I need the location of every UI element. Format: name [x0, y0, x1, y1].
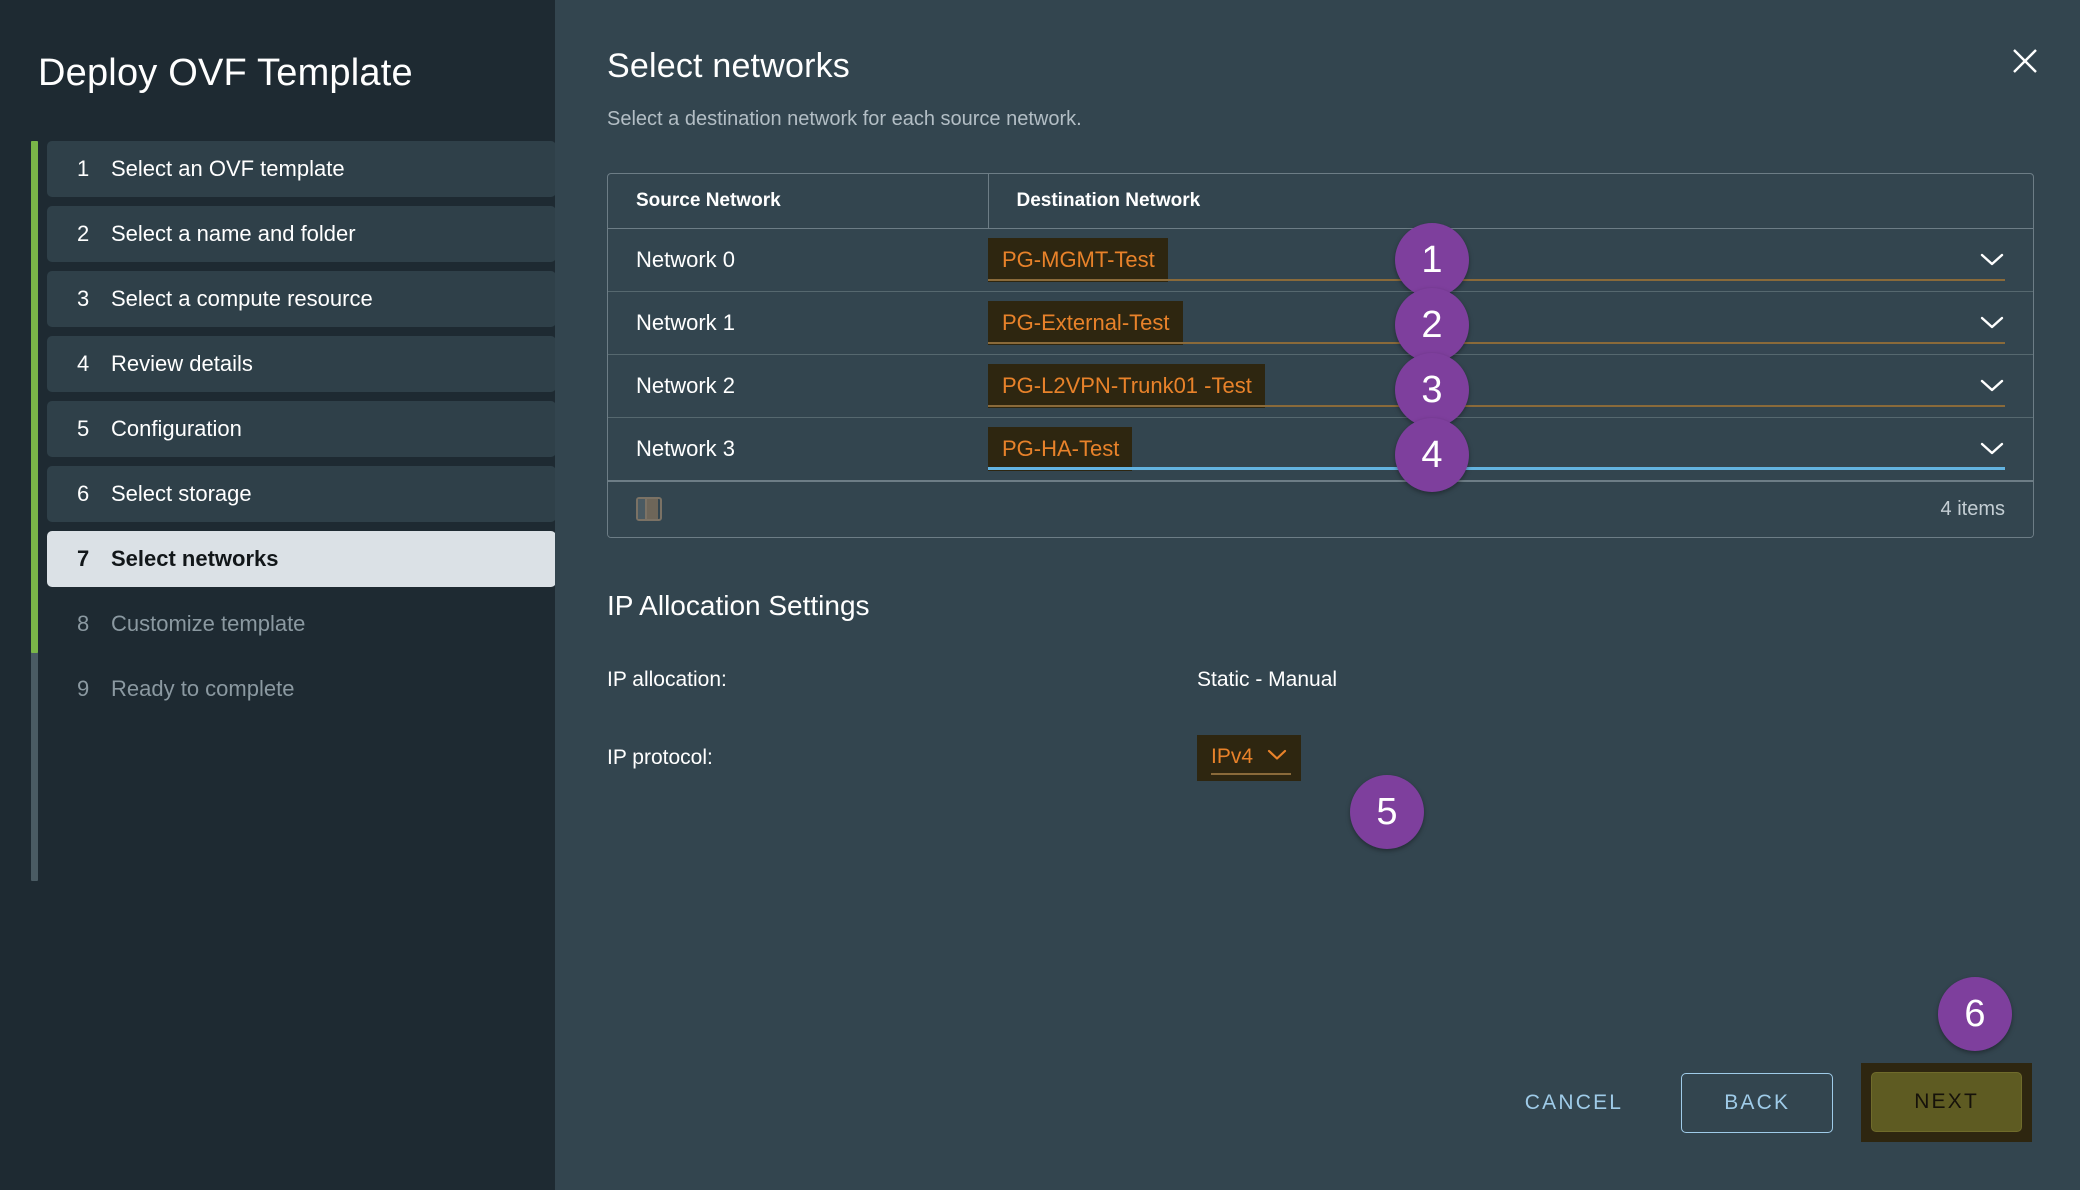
chevron-down-icon[interactable] — [1979, 373, 2005, 399]
step-label: Select networks — [111, 546, 279, 571]
wizard-footer-actions: CANCEL BACK NEXT — [1495, 1063, 2032, 1142]
ip-protocol-row: IP protocol: IPv4 — [607, 734, 2034, 781]
step-number: 1 — [77, 156, 90, 181]
sidebar-step-configuration[interactable]: 5 Configuration — [47, 401, 556, 457]
destination-network-value: PG-External-Test — [988, 300, 1183, 345]
annotation-badge-1: 1 — [1395, 223, 1469, 297]
destination-network-select[interactable]: PG-MGMT-Test — [988, 229, 2005, 291]
destination-network-select[interactable]: PG-L2VPN-Trunk01 -Test — [988, 355, 2005, 417]
ip-protocol-label: IP protocol: — [607, 745, 713, 769]
source-network-cell: Network 3 — [608, 417, 988, 481]
step-label: Select an OVF template — [111, 156, 345, 181]
table-footer: 4 items — [608, 480, 2033, 537]
step-number: 7 — [77, 546, 90, 571]
ip-protocol-underline — [1211, 772, 1292, 775]
step-label: Customize template — [111, 611, 306, 636]
annotation-badge-2: 2 — [1395, 288, 1469, 362]
main-panel: Select networks Select a destination net… — [555, 0, 2080, 1190]
sidebar-step-customize-template: 8 Customize template — [47, 596, 556, 652]
step-number: 6 — [77, 481, 90, 506]
step-number: 2 — [77, 221, 90, 246]
source-network-cell: Network 2 — [608, 354, 988, 418]
destination-network-cell: PG-L2VPN-Trunk01 -Test — [988, 354, 2033, 418]
ip-protocol-value: IPv4 — [1211, 744, 1254, 768]
select-underline — [988, 278, 2005, 281]
destination-network-select[interactable]: PG-HA-Test — [988, 418, 2005, 480]
step-label: Select storage — [111, 481, 252, 506]
items-count: 4 items — [1940, 497, 2005, 520]
step-number: 4 — [77, 351, 90, 376]
select-underline — [988, 466, 2005, 470]
cancel-button[interactable]: CANCEL — [1495, 1073, 1653, 1133]
column-header-source-network: Source Network — [608, 174, 989, 229]
table-row: Network 0 PG-MGMT-Test — [608, 228, 2033, 292]
select-underline — [988, 341, 2005, 344]
select-underline — [988, 404, 2005, 407]
ip-allocation-label: IP allocation: — [607, 667, 727, 691]
table-row: Network 1 PG-External-Test — [608, 291, 2033, 355]
next-button[interactable]: NEXT — [1871, 1072, 2022, 1132]
destination-network-select[interactable]: PG-External-Test — [988, 292, 2005, 354]
wizard-step-list: 1 Select an OVF template 2 Select a name an… — [31, 141, 556, 717]
sidebar-step-select-storage[interactable]: 6 Select storage — [47, 466, 556, 522]
wizard-title: Deploy OVF Template — [38, 52, 413, 94]
ip-settings-title: IP Allocation Settings — [607, 589, 870, 621]
deploy-ovf-template-wizard: Deploy OVF Template 1 Select an OVF templ… — [0, 0, 2080, 1190]
table-row: Network 2 PG-L2VPN-Trunk01 -Test — [608, 354, 2033, 418]
destination-network-value: PG-HA-Test — [988, 426, 1133, 471]
table-row: Network 3 PG-HA-Test — [608, 417, 2033, 481]
wizard-steps-container: 1 Select an OVF template 2 Select a name an… — [0, 141, 556, 881]
ip-allocation-value: Static - Manual — [1197, 667, 1338, 691]
destination-network-cell: PG-HA-Test — [988, 417, 2033, 481]
step-number: 5 — [77, 416, 90, 441]
annotation-badge-4: 4 — [1395, 418, 1469, 492]
sidebar-step-select-networks[interactable]: 7 Select networks — [47, 531, 556, 587]
back-button[interactable]: BACK — [1681, 1072, 1834, 1133]
step-label: Configuration — [111, 416, 242, 441]
ip-allocation-settings: IP Allocation Settings IP allocation: St… — [607, 589, 2034, 781]
sidebar-step-select-a-name-and-folder[interactable]: 2 Select a name and folder — [47, 206, 556, 262]
destination-network-cell: PG-MGMT-Test — [988, 228, 2033, 292]
chevron-down-icon[interactable] — [1979, 247, 2005, 273]
destination-network-value: PG-L2VPN-Trunk01 -Test — [988, 363, 1265, 408]
column-header-destination-network: Destination Network — [988, 174, 2033, 229]
chevron-down-icon — [1267, 748, 1287, 766]
page-subtitle: Select a destination network for each so… — [607, 108, 1082, 130]
sidebar-step-select-a-compute-resource[interactable]: 3 Select a compute resource — [47, 271, 556, 327]
annotation-badge-3: 3 — [1395, 353, 1469, 427]
wizard-sidebar: Deploy OVF Template 1 Select an OVF templ… — [0, 0, 556, 1190]
table-header-row: Source Network Destination Network — [608, 174, 2033, 229]
chevron-down-icon[interactable] — [1979, 436, 2005, 462]
close-icon[interactable] — [2002, 38, 2048, 84]
next-button-highlight: NEXT — [1861, 1063, 2032, 1142]
ip-protocol-select[interactable]: IPv4 — [1197, 734, 1302, 781]
ip-allocation-row: IP allocation: Static - Manual — [607, 660, 2034, 700]
chevron-down-icon[interactable] — [1979, 310, 2005, 336]
source-network-cell: Network 0 — [608, 228, 988, 292]
annotation-badge-6: 6 — [1938, 977, 2012, 1051]
sidebar-step-select-an-ovf-template[interactable]: 1 Select an OVF template — [47, 141, 556, 197]
annotation-badge-5: 5 — [1350, 775, 1424, 849]
networks-table: Source Network Destination Network Netwo… — [607, 173, 2034, 538]
step-label: Review details — [111, 351, 253, 376]
step-number: 9 — [77, 676, 90, 701]
page-title: Select networks — [607, 47, 850, 85]
step-number: 8 — [77, 611, 90, 636]
destination-network-cell: PG-External-Test — [988, 291, 2033, 355]
sidebar-step-ready-to-complete: 9 Ready to complete — [47, 661, 556, 717]
source-network-cell: Network 1 — [608, 291, 988, 355]
step-label: Select a compute resource — [111, 286, 373, 311]
step-label: Ready to complete — [111, 676, 295, 701]
destination-network-value: PG-MGMT-Test — [988, 237, 1168, 282]
step-label: Select a name and folder — [111, 221, 356, 246]
column-layout-icon[interactable] — [636, 497, 662, 521]
step-number: 3 — [77, 286, 90, 311]
sidebar-step-review-details[interactable]: 4 Review details — [47, 336, 556, 392]
